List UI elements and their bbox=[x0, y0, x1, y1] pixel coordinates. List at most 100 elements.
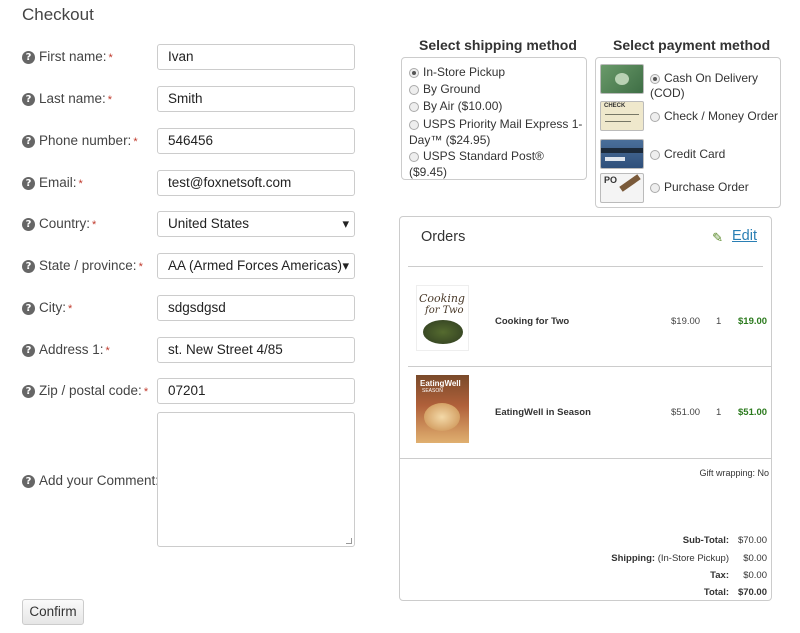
address-row: ? Address 1: * st. New Street 4/85 bbox=[22, 337, 362, 365]
help-icon[interactable]: ? bbox=[22, 385, 35, 398]
pencil-icon[interactable]: ✎ bbox=[712, 230, 723, 246]
zip-label: Zip / postal code: * bbox=[39, 383, 149, 398]
divider bbox=[408, 266, 763, 267]
help-icon[interactable]: ? bbox=[22, 51, 35, 64]
help-icon[interactable]: ? bbox=[22, 302, 35, 315]
product-image-cooking-for-two[interactable]: Cooking for Two bbox=[416, 285, 469, 351]
first-name-field[interactable]: Ivan bbox=[157, 44, 355, 70]
product-name[interactable]: Cooking for Two bbox=[495, 316, 569, 327]
email-row: ? Email: * test@foxnetsoft.com bbox=[22, 170, 362, 198]
radio-icon[interactable] bbox=[650, 182, 660, 193]
product-price: $51.00 bbox=[671, 407, 701, 418]
help-icon[interactable]: ? bbox=[22, 344, 35, 357]
shipping-option-ground[interactable]: By Ground bbox=[409, 81, 480, 97]
product-total: $19.00 bbox=[738, 316, 768, 327]
payment-label: Check / Money Order bbox=[664, 109, 779, 123]
help-icon[interactable]: ? bbox=[22, 260, 35, 273]
help-icon[interactable]: ? bbox=[22, 135, 35, 148]
email-label: Email: * bbox=[39, 175, 83, 190]
orders-panel: Orders ✎ Edit Cooking for Two Cooking fo… bbox=[399, 216, 772, 601]
help-icon[interactable]: ? bbox=[22, 177, 35, 190]
product-total: $51.00 bbox=[738, 407, 768, 418]
last-name-label: Last name: * bbox=[39, 91, 113, 106]
radio-checked-icon[interactable] bbox=[409, 67, 419, 78]
first-name-row: ? First name: * Ivan bbox=[22, 44, 362, 72]
resize-grip-icon[interactable] bbox=[346, 538, 352, 544]
radio-icon[interactable] bbox=[409, 151, 419, 162]
product-name[interactable]: EatingWell in Season bbox=[495, 407, 591, 418]
radio-icon[interactable] bbox=[650, 111, 660, 122]
required-marker: * bbox=[107, 94, 113, 106]
city-row: ? City: * sdgsdgsd bbox=[22, 295, 362, 323]
shipping-value: $0.00 bbox=[743, 553, 767, 564]
check-icon: CHECK bbox=[600, 101, 644, 131]
state-select[interactable]: AA (Armed Forces Americas) bbox=[157, 253, 355, 279]
page-title: Checkout bbox=[22, 5, 94, 24]
radio-icon[interactable] bbox=[409, 119, 419, 130]
shipping-option-usps-express[interactable]: USPS Priority Mail Express 1-Day™ ($24.9… bbox=[409, 116, 585, 148]
total-value: $70.00 bbox=[737, 587, 767, 598]
payment-option-check[interactable]: CHECK Check / Money Order bbox=[598, 101, 781, 133]
comment-label: Add your Comment: bbox=[39, 473, 160, 488]
cash-icon bbox=[600, 64, 644, 94]
radio-icon[interactable] bbox=[650, 149, 660, 160]
payment-heading: Select payment method bbox=[613, 37, 771, 53]
purchase-order-icon: PO bbox=[600, 173, 644, 203]
credit-card-icon bbox=[600, 139, 644, 169]
city-field[interactable]: sdgsdgsd bbox=[157, 295, 355, 321]
product-qty: 1 bbox=[716, 316, 722, 327]
total-label: Total: bbox=[703, 587, 729, 598]
required-marker: * bbox=[78, 178, 83, 190]
shipping-label: Shipping: (In-Store Pickup) bbox=[611, 553, 729, 564]
required-marker: * bbox=[133, 136, 138, 148]
help-icon[interactable]: ? bbox=[22, 218, 35, 231]
country-select[interactable]: United States bbox=[157, 211, 355, 237]
shipping-option-usps-standard[interactable]: USPS Standard Post® ($9.45) bbox=[409, 148, 585, 180]
phone-field[interactable]: 546456 bbox=[157, 128, 355, 154]
required-marker: * bbox=[92, 219, 97, 231]
required-marker: * bbox=[143, 386, 149, 398]
country-row: ? Country: * United States bbox=[22, 211, 362, 239]
payment-option-purchase-order[interactable]: PO Purchase Order bbox=[598, 173, 781, 205]
subtotal-label: Sub-Total: bbox=[682, 535, 729, 546]
email-field[interactable]: test@foxnetsoft.com bbox=[157, 170, 355, 196]
required-marker: * bbox=[68, 303, 73, 315]
edit-link[interactable]: Edit bbox=[732, 228, 757, 244]
last-name-field[interactable]: Smith bbox=[157, 86, 355, 112]
payment-label: Credit Card bbox=[664, 147, 726, 161]
city-label: City: * bbox=[39, 300, 73, 315]
shipping-heading: Select shipping method bbox=[419, 37, 577, 53]
state-row: ? State / province: * AA (Armed Forces Am… bbox=[22, 253, 362, 281]
required-marker: * bbox=[108, 52, 113, 64]
divider bbox=[408, 366, 771, 367]
payment-option-cod[interactable]: Cash On Delivery (COD) bbox=[598, 64, 781, 100]
shipping-box: In-Store Pickup By Ground By Air ($10.00… bbox=[401, 57, 587, 180]
last-name-row: ? Last name: * Smith bbox=[22, 86, 362, 114]
address-field[interactable]: st. New Street 4/85 bbox=[157, 337, 355, 363]
comment-textarea[interactable] bbox=[157, 412, 355, 547]
tax-value: $0.00 bbox=[743, 570, 767, 581]
divider bbox=[400, 458, 771, 459]
state-label: State / province: * bbox=[39, 258, 143, 273]
country-label: Country: * bbox=[39, 216, 97, 231]
gift-wrapping-status: Gift wrapping: No bbox=[699, 468, 769, 478]
subtotal-value: $70.00 bbox=[737, 535, 767, 546]
shipping-option-instore[interactable]: In-Store Pickup bbox=[409, 64, 505, 80]
radio-icon[interactable] bbox=[409, 101, 419, 112]
radio-checked-icon[interactable] bbox=[650, 73, 660, 84]
zip-row: ? Zip / postal code: * 07201 bbox=[22, 378, 362, 406]
product-image-eatingwell[interactable]: EatingWell SEASON bbox=[416, 375, 469, 443]
payment-option-credit-card[interactable]: Credit Card bbox=[598, 139, 781, 171]
product-price: $19.00 bbox=[671, 316, 701, 327]
radio-icon[interactable] bbox=[409, 84, 419, 95]
help-icon[interactable]: ? bbox=[22, 93, 35, 106]
zip-field[interactable]: 07201 bbox=[157, 378, 355, 404]
phone-label: Phone number: * bbox=[39, 133, 138, 148]
required-marker: * bbox=[138, 261, 143, 273]
help-icon[interactable]: ? bbox=[22, 475, 35, 488]
confirm-button[interactable]: Confirm bbox=[22, 599, 84, 625]
shipping-option-air[interactable]: By Air ($10.00) bbox=[409, 98, 502, 114]
payment-label: Cash On Delivery (COD) bbox=[650, 71, 759, 100]
product-qty: 1 bbox=[716, 407, 722, 418]
tax-label: Tax: bbox=[710, 570, 729, 581]
